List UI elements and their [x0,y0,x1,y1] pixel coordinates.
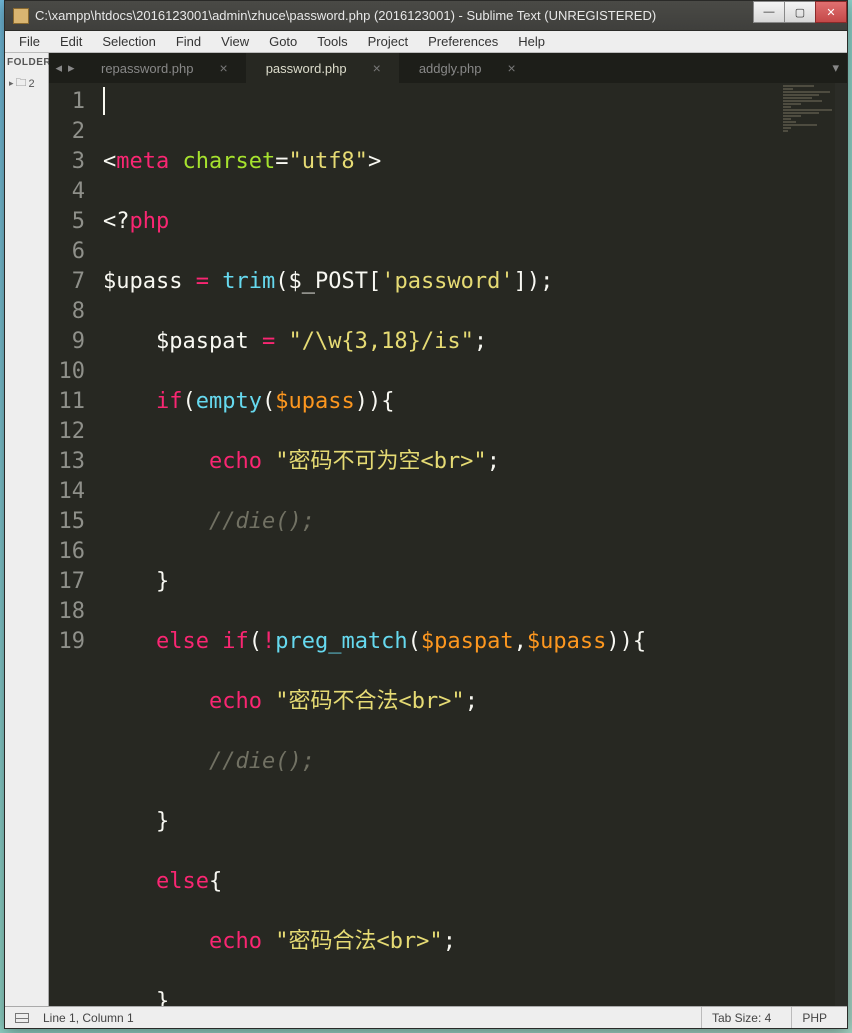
menu-view[interactable]: View [211,32,259,51]
folder-icon: 🗀 [16,74,27,93]
text-cursor [103,87,105,115]
tabbar: ◂ ▸ repassword.php × password.php × addg… [49,53,847,83]
main-area: FOLDER ▸ 🗀 2 ◂ ▸ repassword.php × passwo… [5,53,847,1006]
menu-tools[interactable]: Tools [307,32,357,51]
tab-dropdown-icon[interactable]: ▾ [832,53,839,83]
tab-repassword[interactable]: repassword.php × [81,53,246,83]
tab-addgly[interactable]: addgly.php × [399,53,534,83]
window-controls: — ▢ ✕ [754,1,847,30]
app-window: C:\xampp\htdocs\2016123001\admin\zhuce\p… [4,0,848,1029]
menu-file[interactable]: File [9,32,50,51]
tab-size[interactable]: Tab Size: 4 [701,1007,781,1028]
tab-password[interactable]: password.php × [246,53,399,83]
close-icon[interactable]: × [507,60,515,76]
line-number-gutter: 1 2 3 4 5 6 7 8 9 10 11 12 13 14 15 16 1 [49,83,97,1006]
menu-find[interactable]: Find [166,32,211,51]
close-icon[interactable]: × [220,60,228,76]
editor-pane: ◂ ▸ repassword.php × password.php × addg… [49,53,847,1006]
app-icon [13,8,29,24]
maximize-button[interactable]: ▢ [784,1,816,23]
cursor-position[interactable]: Line 1, Column 1 [43,1011,134,1025]
code-content[interactable]: <meta charset="utf8"> <?php $upass = tri… [97,83,847,1006]
menu-edit[interactable]: Edit [50,32,92,51]
menu-goto[interactable]: Goto [259,32,307,51]
sidebar-item-label: 2 [29,78,35,90]
menu-preferences[interactable]: Preferences [418,32,508,51]
tab-nav-arrows[interactable]: ◂ ▸ [49,53,81,83]
vertical-scrollbar[interactable] [835,83,847,1006]
tab-label: repassword.php [101,61,194,76]
sidebar-header: FOLDER [5,53,48,72]
tab-label: addgly.php [419,61,482,76]
minimap[interactable] [783,85,835,133]
tab-label: password.php [266,61,347,76]
panel-icon[interactable] [15,1013,29,1023]
sidebar-folder-item[interactable]: ▸ 🗀 2 [5,72,48,95]
sidebar[interactable]: FOLDER ▸ 🗀 2 [5,53,49,1006]
close-icon[interactable]: × [373,60,381,76]
chevron-left-icon[interactable]: ◂ [55,60,62,76]
close-button[interactable]: ✕ [815,1,847,23]
statusbar: Line 1, Column 1 Tab Size: 4 PHP [5,1006,847,1028]
menu-project[interactable]: Project [358,32,418,51]
window-title: C:\xampp\htdocs\2016123001\admin\zhuce\p… [35,8,754,23]
titlebar[interactable]: C:\xampp\htdocs\2016123001\admin\zhuce\p… [5,1,847,31]
menu-help[interactable]: Help [508,32,555,51]
menu-selection[interactable]: Selection [92,32,165,51]
code-area[interactable]: 1 2 3 4 5 6 7 8 9 10 11 12 13 14 15 16 1 [49,83,847,1006]
language-mode[interactable]: PHP [791,1007,837,1028]
chevron-right-icon[interactable]: ▸ [68,60,75,76]
minimize-button[interactable]: — [753,1,785,23]
chevron-right-icon: ▸ [9,78,14,89]
menubar: File Edit Selection Find View Goto Tools… [5,31,847,53]
